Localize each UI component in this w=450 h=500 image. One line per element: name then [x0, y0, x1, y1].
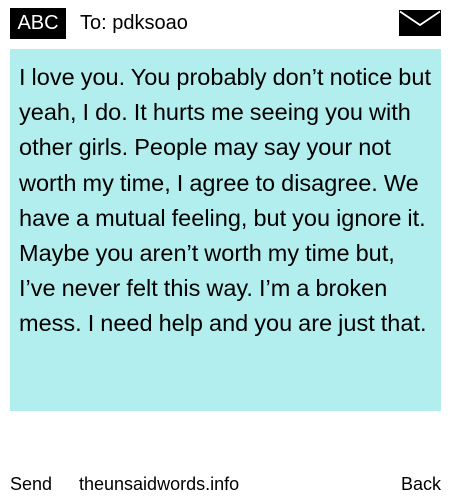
envelope-icon[interactable]: [399, 10, 441, 36]
recipient-label: To: pdksoao: [80, 12, 188, 34]
back-button[interactable]: Back: [401, 470, 441, 498]
header: ABC To: pdksoao: [0, 0, 450, 46]
message-text: I love you. You probably don’t notice bu…: [19, 64, 431, 337]
message-box: I love you. You probably don’t notice bu…: [10, 49, 441, 411]
footer: Send theunsaidwords.info Back: [0, 470, 450, 498]
site-link[interactable]: theunsaidwords.info: [79, 470, 239, 498]
send-button[interactable]: Send: [10, 470, 52, 498]
abc-badge: ABC: [10, 8, 66, 39]
